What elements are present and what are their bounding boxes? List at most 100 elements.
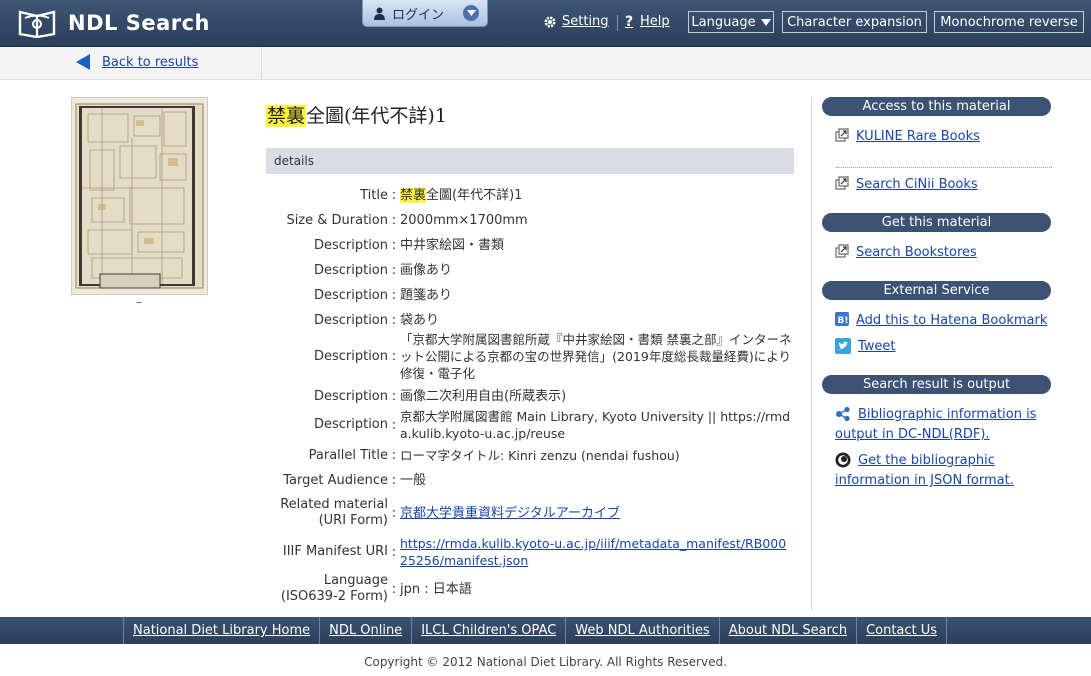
back-to-results[interactable]: Back to results bbox=[76, 54, 198, 70]
detail-colon: : bbox=[391, 213, 397, 228]
related-material-link[interactable]: 京都大学貴重資料デジタルアーカイブ bbox=[400, 506, 620, 521]
detail-row-parallel-title: Parallel Title : ローマ字タイトル: Kinri zenzu (… bbox=[266, 447, 796, 464]
character-expansion-button[interactable]: Character expansion bbox=[782, 11, 927, 33]
details-heading: details bbox=[266, 148, 794, 174]
detail-label: Title bbox=[360, 187, 388, 203]
detail-row-description: Description : 題箋あり bbox=[266, 287, 796, 304]
external-link-icon bbox=[835, 176, 849, 190]
title-value-rest: 全圖(年代不詳)1 bbox=[426, 188, 523, 203]
detail-colon: : bbox=[391, 389, 397, 404]
language-select[interactable]: Language bbox=[688, 11, 774, 33]
detail-value: 画像二次利用自由(所蔵表示) bbox=[400, 389, 567, 404]
title-rest: 全圖(年代不詳)1 bbox=[306, 105, 447, 127]
detail-colon: : bbox=[391, 349, 397, 364]
detail-value: 京都大学貴重資料デジタルアーカイブ bbox=[400, 505, 794, 522]
detail-colon: : bbox=[391, 473, 397, 488]
detail-value: jpn : 日本語 bbox=[400, 581, 472, 597]
tweet-link[interactable]: Tweet bbox=[858, 337, 896, 357]
detail-colon: : bbox=[391, 238, 397, 253]
json-link-item[interactable]: Get the bibliographic information in JSO… bbox=[835, 451, 1045, 491]
footer-link-contact[interactable]: Contact Us bbox=[856, 617, 948, 644]
footer-link-web-ndl-authorities[interactable]: Web NDL Authorities bbox=[565, 617, 718, 644]
detail-colon: : bbox=[391, 188, 397, 203]
ndl-logo[interactable]: NDL Search bbox=[18, 8, 210, 38]
sidebar-divider bbox=[811, 97, 812, 611]
detail-row-description: Description : 画像あり bbox=[266, 262, 796, 279]
setting-label: Setting bbox=[562, 14, 609, 29]
detail-value: 2000mm×1700mm bbox=[400, 213, 528, 228]
footer-link-about[interactable]: About NDL Search bbox=[718, 617, 856, 644]
output-heading: Search result is output bbox=[822, 375, 1051, 394]
cinii-link[interactable]: Search CiNii Books bbox=[856, 175, 978, 195]
footer-link-ndl-home[interactable]: National Diet Library Home bbox=[123, 617, 319, 644]
detail-label: Description bbox=[313, 312, 388, 328]
detail-colon: : bbox=[391, 448, 397, 463]
hatena-link[interactable]: Add this to Hatena Bookmark bbox=[856, 311, 1047, 331]
bookstores-link[interactable]: Search Bookstores bbox=[856, 243, 977, 263]
external-service-heading: External Service bbox=[822, 281, 1051, 300]
login-dropdown-icon[interactable] bbox=[463, 5, 479, 21]
detail-value: 「京都大学附属図書館所蔵『中井家絵図・書類 禁裏之部』インターネット公開による京… bbox=[400, 332, 792, 381]
detail-row-related-material: Related material (URI Form) : 京都大学貴重資料デジ… bbox=[266, 497, 796, 529]
detail-colon: : bbox=[391, 288, 397, 303]
gear-icon bbox=[544, 16, 556, 27]
footer-nav: National Diet Library Home NDL Online IL… bbox=[123, 617, 948, 644]
detail-label: Language (ISO639-2 Form) bbox=[280, 573, 388, 604]
login-label: ログイン bbox=[392, 7, 445, 23]
footer-link-ilcl-opac[interactable]: ILCL Children's OPAC bbox=[411, 617, 565, 644]
detail-value: ローマ字タイトル: Kinri zenzu (nendai fushou) bbox=[400, 448, 680, 463]
back-to-results-link[interactable]: Back to results bbox=[102, 55, 198, 70]
external-link-icon bbox=[835, 244, 849, 258]
copyright-text: Copyright © 2012 National Diet Library. … bbox=[364, 655, 727, 669]
page-title: 禁裏全圖(年代不詳)1 bbox=[266, 101, 447, 128]
footer-nav-bar: National Diet Library Home NDL Online IL… bbox=[0, 617, 1091, 644]
detail-colon: : bbox=[391, 417, 397, 433]
help-link[interactable]: ? Help bbox=[625, 14, 670, 29]
question-icon: ? bbox=[625, 13, 634, 30]
detail-label: Description bbox=[313, 237, 388, 253]
back-arrow-icon bbox=[76, 54, 90, 70]
access-heading: Access to this material bbox=[822, 97, 1051, 116]
monochrome-reverse-button[interactable]: Monochrome reverse bbox=[934, 11, 1084, 33]
detail-value: 画像あり bbox=[400, 263, 453, 278]
json-link[interactable]: Get the bibliographic information in JSO… bbox=[835, 451, 1040, 491]
detail-value: 題箋あり bbox=[400, 288, 453, 303]
detail-value: 禁裏全圖(年代不詳)1 bbox=[400, 187, 794, 204]
rdf-link-item[interactable]: Bibliographic information is output in D… bbox=[835, 405, 1045, 445]
bookstores-link-item[interactable]: Search Bookstores bbox=[835, 243, 977, 263]
cinii-link-item[interactable]: Search CiNii Books bbox=[835, 175, 978, 195]
kuline-link[interactable]: KULINE Rare Books bbox=[856, 127, 980, 147]
kuline-link-item[interactable]: KULINE Rare Books bbox=[835, 127, 980, 147]
rdf-link[interactable]: Bibliographic information is output in D… bbox=[835, 405, 1040, 445]
detail-label: Parallel Title bbox=[308, 447, 388, 463]
detail-value: 京都大学附属図書館 Main Library, Kyoto University… bbox=[400, 409, 791, 441]
tweet-link-item[interactable]: Tweet bbox=[835, 337, 896, 357]
title-highlight: 禁裏 bbox=[266, 105, 307, 127]
detail-label: IIIF Manifest URI bbox=[282, 544, 388, 559]
thumbnail-caption: – bbox=[136, 295, 142, 309]
detail-row-description: Description : 「京都大学附属図書館所蔵『中井家絵図・書類 禁裏之部… bbox=[266, 331, 796, 382]
hatena-link-item[interactable]: B! Add this to Hatena Bookmark bbox=[835, 311, 1047, 331]
material-thumbnail[interactable] bbox=[71, 97, 208, 295]
detail-colon: : bbox=[391, 581, 397, 597]
detail-row-size: Size & Duration : 2000mm×1700mm bbox=[266, 212, 796, 229]
title-value-highlight: 禁裏 bbox=[400, 188, 427, 203]
detail-label: Description bbox=[313, 262, 388, 278]
setting-link[interactable]: Setting bbox=[543, 14, 609, 29]
detail-label: Related material (URI Form) bbox=[280, 497, 388, 528]
footer-link-ndl-online[interactable]: NDL Online bbox=[319, 617, 411, 644]
detail-colon: : bbox=[391, 263, 397, 278]
dotted-divider bbox=[836, 167, 1052, 168]
iiif-manifest-link[interactable]: https://rmda.kulib.kyoto-u.ac.jp/iiif/me… bbox=[400, 536, 786, 568]
detail-row-language: Language (ISO639-2 Form) : jpn : 日本語 bbox=[266, 573, 796, 605]
external-link-icon bbox=[835, 128, 849, 142]
detail-row-description: Description : 画像二次利用自由(所蔵表示) bbox=[266, 388, 796, 405]
map-thumbnail-image bbox=[72, 98, 207, 294]
detail-colon: : bbox=[391, 313, 397, 328]
detail-row-description: Description : 袋あり bbox=[266, 312, 796, 329]
detail-row-iiif-manifest: IIIF Manifest URI : https://rmda.kulib.k… bbox=[266, 535, 796, 569]
header-divider bbox=[617, 15, 618, 31]
top-header: NDL Search ログイン Setting ? Help Language … bbox=[0, 0, 1091, 47]
login-button[interactable]: ログイン bbox=[362, 0, 488, 27]
detail-row-description: Description : 京都大学附属図書館 Main Library, Ky… bbox=[266, 408, 796, 442]
